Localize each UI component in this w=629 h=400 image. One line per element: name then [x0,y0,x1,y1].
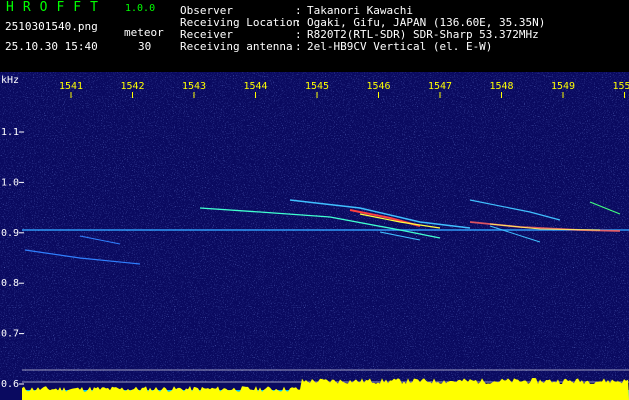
spectrogram: 1541 1542 1543 1544 1545 1546 1547 1548 1549 1550… [0,72,629,400]
info-key: Receiving antenna [180,40,293,53]
y-tick-label: 1.0 [1,177,19,188]
y-axis-unit: kHz [1,75,19,86]
file-name: 2510301540.png [5,20,98,33]
x-tick-label: 1541 [59,81,83,92]
x-tick-label: 1546 [367,81,391,92]
y-tick-label: 0.8 [1,278,19,289]
info-value: 2el-HB9CV Vertical (el. E-W) [307,40,493,53]
x-tick-label: 1549 [551,81,575,92]
y-tick-label: 0.9 [1,228,19,239]
x-tick-label: 1543 [182,81,206,92]
x-tick-label: 1550 [613,81,629,92]
x-tick-label: 1545 [305,81,329,92]
header: HROFFT 1.0.0 2510301540.png 25.10.30 15:… [0,0,629,72]
y-tick-label: 0.7 [1,329,19,340]
x-tick-label: 1547 [428,81,452,92]
file-datetime: 25.10.30 15:40 [5,40,98,53]
info-row-antenna: Receiving antenna:2el-HB9CV Vertical (el… [180,40,492,53]
spectrogram-canvas: 1541 1542 1543 1544 1545 1546 1547 1548 1549 1550… [0,72,629,400]
x-tick-label: 1542 [121,81,145,92]
x-tick-label: 1544 [244,81,268,92]
meteor-count: 30 [138,40,152,53]
x-tick-label: 1548 [490,81,514,92]
meteor-label: meteor [124,26,164,39]
app-title: HROFFT [6,0,107,15]
y-tick-label: 0.6 [1,379,19,390]
info-separator: : [295,40,302,53]
app-version: 1.0.0 [125,3,156,14]
y-tick-label: 1.1 [1,127,19,138]
